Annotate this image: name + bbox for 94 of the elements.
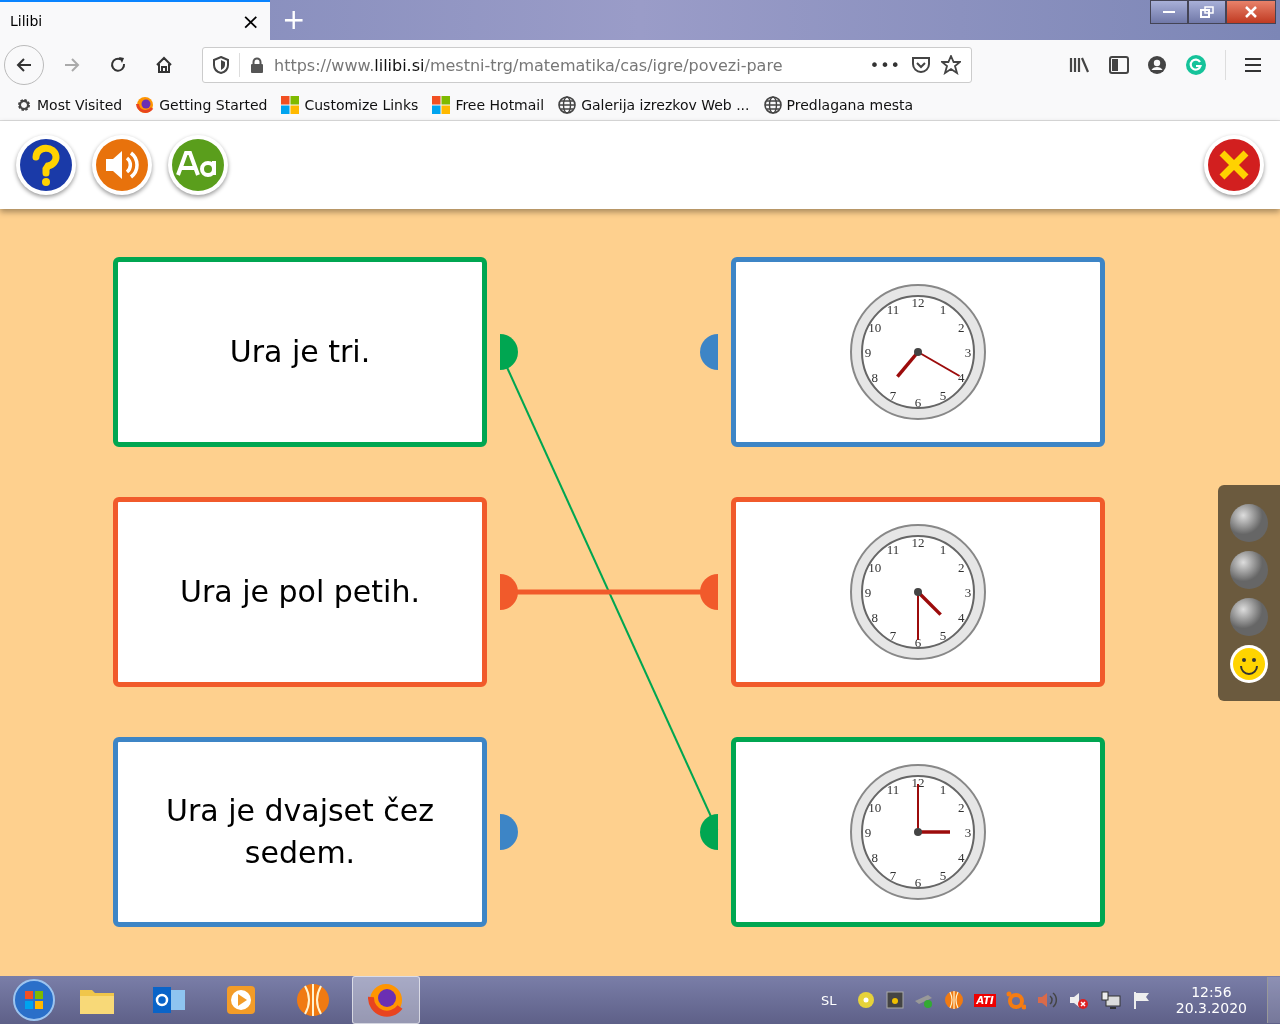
shield-icon [213, 56, 229, 74]
lock-icon [250, 57, 264, 73]
connector-knob[interactable] [500, 814, 518, 850]
card-text: Ura je pol petih. [179, 573, 421, 611]
connector-knob[interactable] [700, 334, 718, 370]
clock-numeral: 10 [868, 320, 882, 335]
bookmark-link[interactable]: Customize Links [281, 96, 419, 114]
clock-numeral: 11 [886, 541, 900, 557]
clock-numeral: 5 [939, 868, 947, 884]
speaker-icon[interactable] [1035, 990, 1058, 1010]
home-button[interactable] [154, 55, 174, 75]
bookmark-link[interactable]: Predlagana mesta [763, 96, 914, 114]
restore-button[interactable] [1188, 0, 1226, 24]
mail-app-icon [151, 984, 187, 1016]
clock-numeral: 4 [958, 850, 965, 865]
page-actions-button[interactable]: ••• [869, 55, 901, 75]
bookmark-link[interactable]: Galerija izrezkov Web ... [558, 96, 750, 114]
browser-tab[interactable]: Lilibi × [0, 0, 270, 40]
clock-pivot [914, 828, 922, 836]
firefox-icon [136, 96, 155, 114]
striped-ball-icon[interactable] [944, 990, 965, 1010]
url-text: https://www.lilibi.si/mestni-trg/matematika/cas/igre/povezi-pare [274, 55, 784, 75]
card-text: Ura je dvajset čez sedem. [164, 792, 436, 872]
taskbar-app[interactable] [352, 976, 420, 1024]
network-icon[interactable] [1099, 990, 1122, 1010]
account-icon[interactable] [1147, 55, 1167, 75]
clock-numeral: 4 [958, 370, 965, 385]
clock-numeral: 7 [889, 388, 897, 404]
sidebar-icon[interactable] [1109, 56, 1129, 74]
firefox-icon [368, 982, 404, 1018]
clock-numeral: 2 [958, 800, 965, 815]
address-bar[interactable]: https://www.lilibi.si/mestni-trg/matematika/cas/igre/povezi-pare ••• [202, 47, 972, 83]
clock-numeral: 3 [964, 825, 972, 840]
clock-numeral: 1 [939, 541, 947, 557]
clock-time: 12:56 [1191, 984, 1232, 1000]
reload-button[interactable] [108, 55, 128, 75]
gear-icon [16, 97, 32, 113]
bookmark-link[interactable]: Free Hotmail [432, 96, 545, 114]
clock-numeral: 10 [868, 800, 882, 815]
star-icon[interactable] [941, 55, 961, 75]
minimize-icon [1163, 11, 1175, 13]
close-tab-button[interactable]: × [241, 8, 260, 34]
globe-icon [558, 96, 577, 114]
clock-numeral: 1 [939, 301, 947, 317]
window-app-icon[interactable] [886, 991, 905, 1009]
clock-numeral: 3 [964, 345, 972, 360]
clock-numeral: 5 [939, 388, 947, 404]
clock-numeral: 6 [914, 395, 922, 410]
clock-numeral: 9 [864, 345, 872, 360]
bookmark-link[interactable]: Getting Started [136, 96, 268, 114]
close-window-button[interactable] [1226, 0, 1276, 24]
windows-logo-icon [432, 96, 451, 114]
clock-numeral: 11 [886, 781, 900, 797]
start-button[interactable] [10, 978, 58, 1022]
clock-numeral: 9 [864, 585, 872, 600]
clock-numeral: 10 [868, 560, 882, 575]
clock-numeral: 12 [911, 775, 925, 790]
globe-icon [763, 96, 782, 114]
windows-logo-icon [281, 96, 300, 114]
language-indicator[interactable]: SL [820, 992, 837, 1008]
taskbar-clock[interactable]: 12:56 20.3.2020 [1175, 984, 1247, 1016]
pocket-icon[interactable] [911, 56, 931, 74]
disc-icon[interactable] [856, 990, 877, 1010]
close-icon [1244, 6, 1258, 18]
restore-icon [1200, 6, 1214, 18]
clock-numeral: 7 [889, 868, 897, 884]
clock-numeral: 8 [871, 370, 878, 385]
clock-numeral: 9 [864, 825, 872, 840]
library-icon[interactable] [1069, 56, 1091, 74]
clock-pivot [914, 588, 922, 596]
clock-numeral: 12 [911, 535, 925, 550]
clock-numeral: 8 [871, 610, 878, 625]
bookmark-link[interactable]: Most Visited [16, 97, 123, 113]
clock-numeral: 11 [886, 301, 900, 317]
clock-numeral: 4 [958, 610, 965, 625]
clock-numeral: 12 [911, 295, 925, 310]
clock-numeral: 2 [958, 320, 965, 335]
minimize-button[interactable] [1150, 0, 1188, 24]
flag-icon[interactable] [1131, 990, 1152, 1010]
card-text: Ura je tri. [228, 333, 372, 371]
clock-numeral: 6 [914, 875, 922, 890]
clock-numeral: 1 [939, 781, 947, 797]
menu-icon[interactable] [1244, 57, 1262, 73]
clock-pivot [914, 348, 922, 356]
clock-date: 20.3.2020 [1175, 1000, 1247, 1016]
clock-numeral: 5 [939, 628, 947, 644]
striped-ball-icon [295, 982, 331, 1018]
clock-numeral: 8 [871, 850, 878, 865]
media-player-icon [224, 983, 258, 1017]
clock-numeral: 3 [964, 585, 972, 600]
muted-speaker-icon[interactable] [1067, 990, 1090, 1010]
clock-numeral: 7 [889, 628, 897, 644]
clock-numeral: 2 [958, 560, 965, 575]
ati-tray-icon[interactable]: ATI [974, 993, 996, 1007]
